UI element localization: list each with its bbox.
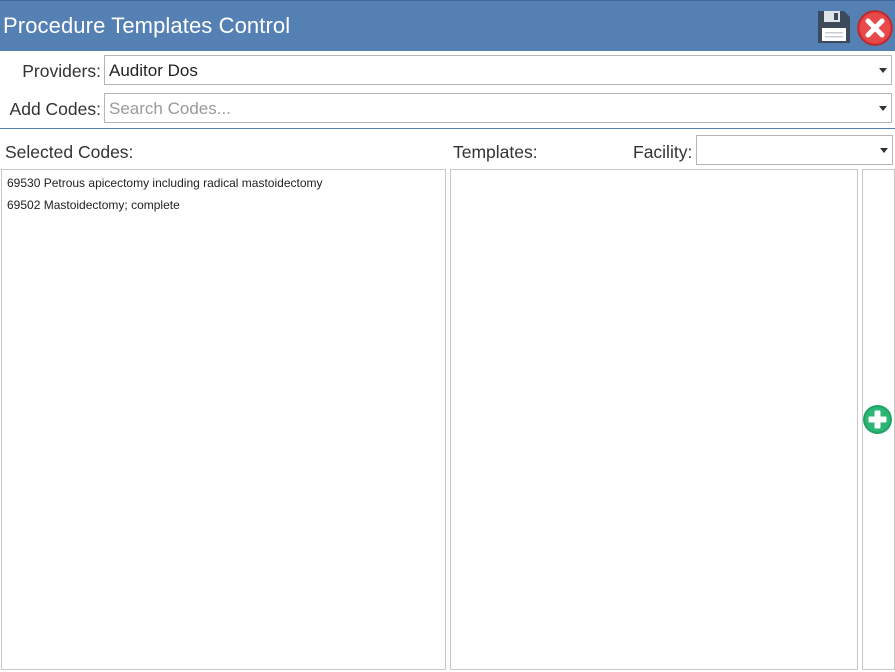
selected-codes-list[interactable]: 69530 Petrous apicectomy including radic…	[1, 169, 446, 670]
section-divider	[0, 128, 895, 129]
chevron-down-icon	[879, 106, 887, 111]
templates-list[interactable]	[450, 169, 858, 670]
procedure-templates-window: Procedure Templates Control Providers: A…	[0, 0, 895, 672]
title-bar: Procedure Templates Control	[0, 0, 895, 51]
templates-label: Templates:	[453, 142, 538, 162]
chevron-down-icon	[880, 148, 888, 153]
floppy-disk-icon	[818, 11, 850, 43]
add-template-button[interactable]	[862, 404, 893, 435]
providers-label: Providers:	[22, 61, 101, 81]
list-item[interactable]: 69530 Petrous apicectomy including radic…	[7, 176, 323, 190]
window-title: Procedure Templates Control	[3, 13, 291, 38]
providers-dropdown[interactable]: Auditor Dos	[104, 55, 892, 85]
facility-label: Facility:	[633, 142, 693, 162]
close-icon	[857, 10, 893, 46]
add-codes-combobox[interactable]	[104, 93, 892, 123]
plus-circle-icon	[863, 405, 892, 434]
search-codes-input[interactable]	[109, 99, 849, 119]
selected-codes-label: Selected Codes:	[5, 142, 134, 162]
chevron-down-icon	[879, 68, 887, 73]
facility-dropdown[interactable]	[696, 135, 893, 165]
providers-selected-value: Auditor Dos	[109, 61, 198, 80]
close-button[interactable]	[856, 9, 894, 47]
list-item[interactable]: 69502 Mastoidectomy; complete	[7, 198, 180, 212]
add-codes-label: Add Codes:	[9, 99, 101, 119]
save-button[interactable]	[816, 9, 852, 45]
